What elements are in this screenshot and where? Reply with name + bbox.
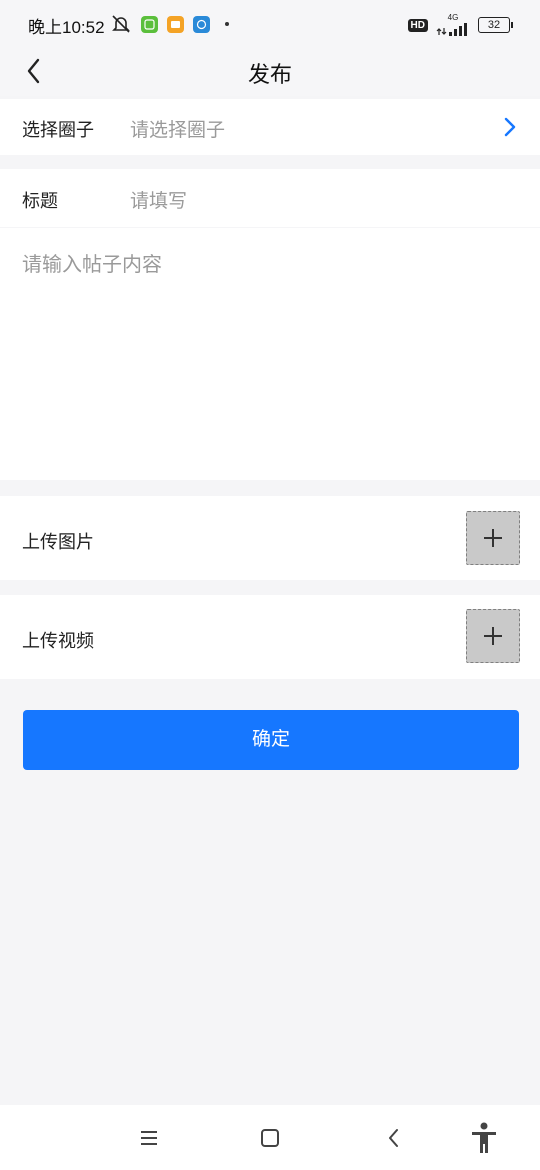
app-notification-icon xyxy=(141,15,158,33)
system-nav-bar xyxy=(0,1105,540,1170)
top-bar: 发布 xyxy=(0,46,540,96)
plus-icon xyxy=(484,529,502,547)
status-bar: 晚上10:52 HD 4G 32 xyxy=(0,0,540,46)
more-notifications-dot xyxy=(225,22,229,26)
home-icon[interactable] xyxy=(255,1123,285,1153)
menu-icon[interactable] xyxy=(134,1123,164,1153)
content-placeholder: 请输入帖子内容 xyxy=(22,254,162,276)
chevron-right-icon[interactable] xyxy=(502,116,518,138)
accessibility-icon[interactable] xyxy=(468,1121,500,1155)
title-row[interactable]: 标题 请填写 xyxy=(0,169,540,227)
select-circle-placeholder[interactable]: 请选择圈子 xyxy=(130,115,225,142)
signal-indicator: 4G xyxy=(436,14,470,36)
upload-image-button[interactable] xyxy=(466,511,520,565)
upload-video-row: 上传视频 xyxy=(0,595,540,679)
battery-icon: 32 xyxy=(478,17,513,33)
hd-badge: HD xyxy=(407,18,428,32)
upload-video-button[interactable] xyxy=(466,609,520,663)
status-notification-icons xyxy=(110,14,229,34)
gallery-notification-icon xyxy=(167,15,184,33)
signal-icon xyxy=(436,23,467,36)
plus-icon xyxy=(484,627,502,645)
title-label: 标题 xyxy=(22,191,58,211)
status-time: 晚上10:52 xyxy=(28,18,105,37)
content-textarea[interactable]: 请输入帖子内容 xyxy=(0,228,540,480)
select-circle-label: 选择圈子 xyxy=(22,120,94,140)
confirm-button[interactable]: 确定 xyxy=(23,710,519,770)
upload-image-row: 上传图片 xyxy=(0,496,540,580)
page-title: 发布 xyxy=(247,62,292,87)
title-input[interactable]: 请填写 xyxy=(130,186,187,213)
select-circle-row[interactable]: 选择圈子 请选择圈子 xyxy=(0,99,540,155)
message-notification-icon xyxy=(193,15,210,33)
upload-image-label: 上传图片 xyxy=(22,532,94,552)
network-type: 4G xyxy=(447,13,459,22)
nav-back-icon[interactable] xyxy=(379,1123,409,1153)
system-status-icons: HD 4G 32 xyxy=(407,14,513,36)
mute-vibrate-icon xyxy=(112,15,130,33)
upload-video-label: 上传视频 xyxy=(22,631,94,651)
